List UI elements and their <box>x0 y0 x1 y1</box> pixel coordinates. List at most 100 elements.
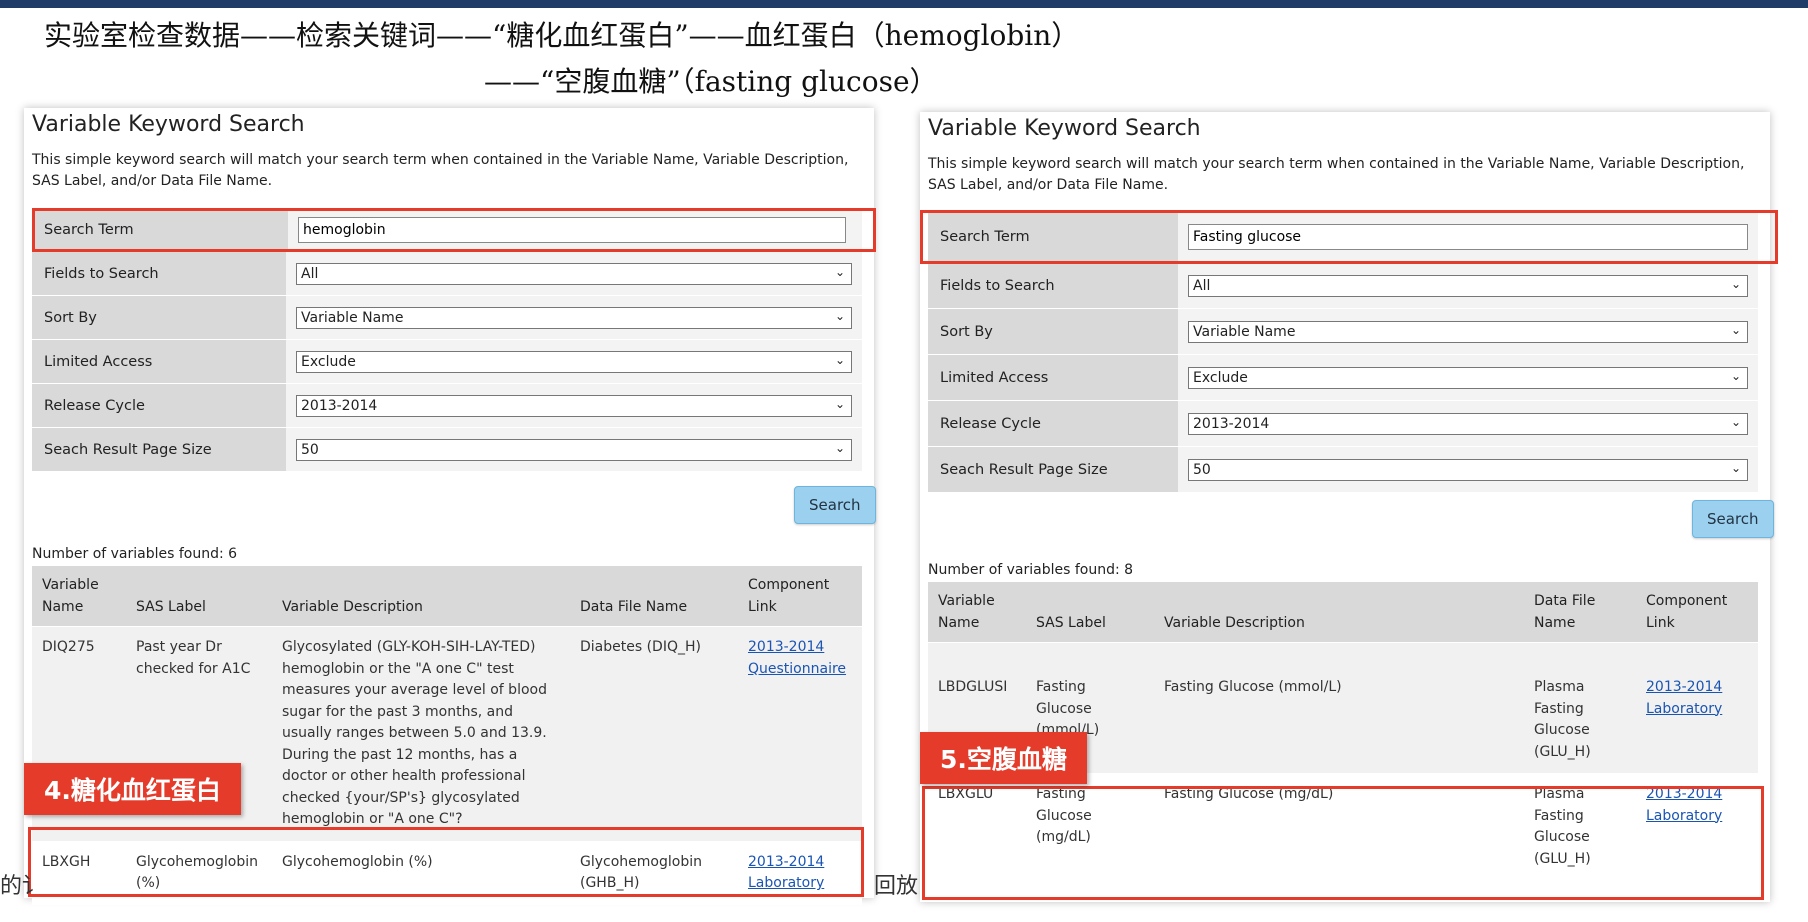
background-text-left: 的讠 <box>0 874 45 899</box>
cycle-select-value: 2013-2014 <box>301 397 378 414</box>
cell-sas: Fasting Glucose (mg/dL) <box>1026 773 1154 880</box>
pagesize-select[interactable]: 50 ⌄ <box>296 438 852 461</box>
fields-select-value: All <box>301 265 319 282</box>
search-term-input[interactable] <box>1188 224 1748 250</box>
cycle-select-value: 2013-2014 <box>1193 415 1270 432</box>
chevron-down-icon: ⌄ <box>834 352 845 367</box>
chevron-down-icon: ⌄ <box>834 308 845 323</box>
panel-description: This simple keyword search will match yo… <box>32 152 849 189</box>
chevron-down-icon: ⌄ <box>1730 368 1741 383</box>
fields-select[interactable]: All ⌄ <box>296 262 852 285</box>
col-component-link: Component Link <box>1636 582 1758 643</box>
search-term-row: Search Term <box>32 208 862 252</box>
fields-label: Fields to Search <box>32 252 286 295</box>
chevron-down-icon: ⌄ <box>1730 322 1741 337</box>
annotation-tag-hba1c: 4.糖化血红蛋白 <box>24 763 241 815</box>
cell-desc: Glycohemoglobin (%) <box>272 840 570 905</box>
component-link[interactable]: 2013-2014 Laboratory <box>1646 679 1722 717</box>
chevron-down-icon: ⌄ <box>1730 460 1741 475</box>
sort-row: Sort By Variable Name ⌄ <box>32 296 862 340</box>
col-sas-label: SAS Label <box>126 566 272 627</box>
top-bar <box>0 0 1808 8</box>
col-variable-description: Variable Description <box>272 566 570 627</box>
fields-select[interactable]: All ⌄ <box>1188 274 1748 297</box>
background-text-mid: 回放 <box>874 874 919 899</box>
col-sas-label: SAS Label <box>1026 582 1154 643</box>
sort-row: Sort By Variable Name ⌄ <box>928 309 1758 355</box>
fields-row: Fields to Search All ⌄ <box>928 263 1758 309</box>
pagesize-label: Seach Result Page Size <box>32 428 286 471</box>
cell-desc: Fasting Glucose (mmol/L) <box>1154 642 1524 774</box>
component-link[interactable]: 2013-2014 Laboratory <box>1646 786 1722 824</box>
col-data-file-name: Data File Name <box>570 566 738 627</box>
results-count: Number of variables found: 6 <box>32 546 238 562</box>
cell-file: Plasma Fasting Glucose (GLU_H) <box>1524 773 1636 880</box>
results-table: Variable Name SAS Label Variable Descrip… <box>928 582 1758 880</box>
cell-file: Plasma Fasting Glucose (GLU_H) <box>1524 642 1636 774</box>
sort-label: Sort By <box>32 296 286 339</box>
cycle-row: Release Cycle 2013-2014 ⌄ <box>32 384 862 428</box>
cell-file: Diabetes (DIQ_H) <box>570 626 738 841</box>
sort-label: Sort By <box>928 309 1178 354</box>
pagesize-select-value: 50 <box>1193 461 1211 478</box>
access-row: Limited Access Exclude ⌄ <box>928 355 1758 401</box>
access-select[interactable]: Exclude ⌄ <box>296 350 852 373</box>
slide-title-line1: 实验室检查数据——检索关键词——“糖化血红蛋白”——血红蛋白（hemoglobi… <box>44 19 1080 52</box>
cell-name: LBXGLU <box>928 773 1026 880</box>
cycle-select[interactable]: 2013-2014 ⌄ <box>296 394 852 417</box>
cell-name: LBXGH <box>32 840 126 905</box>
pagesize-row: Seach Result Page Size 50 ⌄ <box>928 447 1758 493</box>
access-select-value: Exclude <box>301 353 356 370</box>
col-variable-description: Variable Description <box>1154 582 1524 643</box>
col-variable-name: Variable Name <box>32 566 126 627</box>
component-link[interactable]: 2013-2014 Questionnaire <box>748 639 846 677</box>
table-header: Variable Name SAS Label Variable Descrip… <box>32 566 862 627</box>
sort-select[interactable]: Variable Name ⌄ <box>296 306 852 329</box>
table-header: Variable Name SAS Label Variable Descrip… <box>928 582 1758 643</box>
table-row: LBXGH Glycohemoglobin (%) Glycohemoglobi… <box>32 840 862 905</box>
chevron-down-icon: ⌄ <box>834 440 845 455</box>
fields-row: Fields to Search All ⌄ <box>32 252 862 296</box>
search-term-label: Search Term <box>32 208 288 251</box>
pagesize-label: Seach Result Page Size <box>928 447 1178 492</box>
search-form: Search Term Fields to Search All ⌄ Sort B… <box>32 208 862 472</box>
cell-desc: Fasting Glucose (mg/dL) <box>1154 773 1524 880</box>
access-select[interactable]: Exclude ⌄ <box>1188 366 1748 389</box>
cell-desc: Glycosylated (GLY-KOH-SIH-LAY-TED) hemog… <box>272 626 570 841</box>
search-term-input[interactable] <box>298 216 846 243</box>
chevron-down-icon: ⌄ <box>1730 414 1741 429</box>
fields-label: Fields to Search <box>928 263 1178 308</box>
results-count: Number of variables found: 8 <box>928 562 1134 578</box>
fields-select-value: All <box>1193 277 1211 294</box>
col-data-file-name: Data File Name <box>1524 582 1636 643</box>
cycle-label: Release Cycle <box>32 384 286 427</box>
search-term-row: Search Term <box>928 212 1758 263</box>
sort-select[interactable]: Variable Name ⌄ <box>1188 320 1748 343</box>
chevron-down-icon: ⌄ <box>834 264 845 279</box>
chevron-down-icon: ⌄ <box>1730 276 1741 291</box>
col-component-link: Component Link <box>738 566 862 627</box>
cell-sas: Glycohemoglobin (%) <box>126 840 272 905</box>
search-button[interactable]: Search <box>1692 500 1774 538</box>
chevron-down-icon: ⌄ <box>834 396 845 411</box>
panel-heading: Variable Keyword Search <box>928 116 1201 141</box>
cycle-row: Release Cycle 2013-2014 ⌄ <box>928 401 1758 447</box>
cell-file: Glycohemoglobin (GHB_H) <box>570 840 738 905</box>
pagesize-row: Seach Result Page Size 50 ⌄ <box>32 428 862 472</box>
slide-title-line2: ——“空腹血糖”（fasting glucose） <box>484 65 938 98</box>
search-button[interactable]: Search <box>794 486 876 524</box>
panel-description: This simple keyword search will match yo… <box>928 156 1745 193</box>
access-row: Limited Access Exclude ⌄ <box>32 340 862 384</box>
col-variable-name: Variable Name <box>928 582 1026 643</box>
cycle-select[interactable]: 2013-2014 ⌄ <box>1188 412 1748 435</box>
annotation-tag-fasting-glucose: 5.空腹血糖 <box>920 732 1087 784</box>
table-row: LBXGLU Fasting Glucose (mg/dL) Fasting G… <box>928 773 1758 880</box>
access-label: Limited Access <box>928 355 1178 400</box>
cycle-label: Release Cycle <box>928 401 1178 446</box>
access-label: Limited Access <box>32 340 286 383</box>
component-link[interactable]: 2013-2014 Laboratory <box>748 854 824 892</box>
pagesize-select[interactable]: 50 ⌄ <box>1188 458 1748 481</box>
pagesize-select-value: 50 <box>301 441 319 458</box>
search-form: Search Term Fields to Search All ⌄ Sort B… <box>928 212 1758 493</box>
panel-heading: Variable Keyword Search <box>32 112 305 137</box>
